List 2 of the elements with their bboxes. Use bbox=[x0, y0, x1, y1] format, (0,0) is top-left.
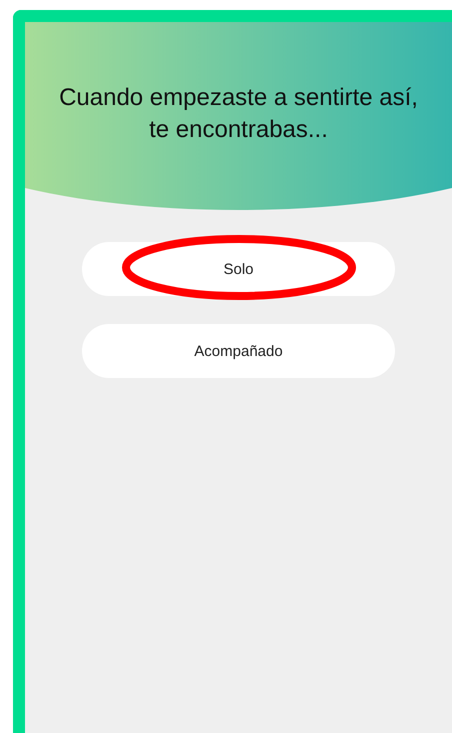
question-title: Cuando empezaste a sentirte así, te encontrabas... bbox=[58, 83, 419, 145]
option-button[interactable]: Acompañado bbox=[82, 324, 395, 378]
